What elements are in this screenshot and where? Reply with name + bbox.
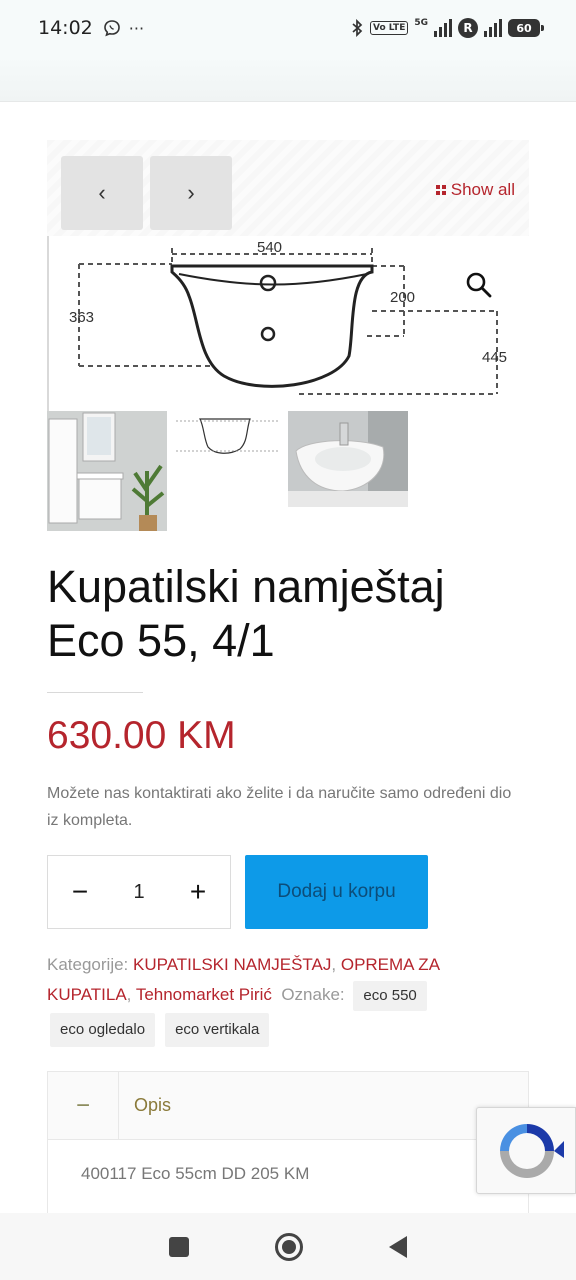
thumbnail-dimension-drawing[interactable] [170,411,285,459]
quantity-decrease-button[interactable]: − [68,878,92,906]
battery-icon: 60 [508,19,544,37]
zoom-icon[interactable] [464,270,494,300]
product-title-line2: Eco 55, 4/1 [47,615,275,666]
tags-label: Oznake: [281,985,345,1004]
add-to-cart-button[interactable]: Dodaj u korpu [245,855,428,929]
accordion-title: Opis [134,1095,172,1115]
tag-link-eco-550[interactable]: eco 550 [353,980,427,1011]
tag-link-eco-vertikala[interactable]: eco vertikala [165,1013,270,1047]
home-icon[interactable] [275,1232,303,1261]
product-note: Možete nas kontaktirati ako želite i da … [47,785,512,829]
collapse-icon[interactable]: − [48,1072,119,1139]
cabinet-set-image [47,411,167,531]
product-title-line1: Kupatilski namještaj [47,561,445,612]
tag-link-eco-ogledalo[interactable]: eco ogledalo [50,1013,156,1047]
signal-icon-2 [484,19,502,37]
signal-icon [434,19,452,37]
sink-photo-image [288,411,408,507]
site-header [0,56,576,102]
recent-apps-icon[interactable] [169,1236,189,1257]
sink-dimension-drawing: 540 363 200 445 [69,239,507,395]
product-meta: Kategorije: KUPATILSKI NAMJEŠTAJ, OPREMA… [47,950,517,1011]
product-title: Kupatilski namještaj Eco 55, 4/1 [47,560,547,668]
category-link-tehnomarket[interactable]: Tehnomarket Pirić [136,985,272,1004]
status-bar: 14:02 ··· Vo LTE 5G R 60 [0,0,576,56]
product-main-image[interactable]: 540 363 200 445 [47,236,529,411]
bluetooth-icon [352,19,363,37]
gallery-prev-button[interactable]: ‹ [61,156,143,230]
network-type: 5G [414,18,428,28]
show-all-link[interactable]: Show all [435,180,515,200]
show-all-label: Show all [450,180,515,199]
quantity-stepper: − 1 + [47,855,231,929]
system-navigation-bar [0,1213,576,1280]
gallery-next-button[interactable]: › [150,156,232,230]
status-time: 14:02 [38,17,93,39]
thumbnail-sink-photo[interactable] [288,411,408,507]
grid-icon [435,185,446,195]
product-price: 630.00 KM [47,714,236,757]
mini-drawing-image [176,418,278,454]
accordion-body: 400117 Eco 55cm DD 205 KM [81,1164,310,1183]
quantity-increase-button[interactable]: + [186,878,210,906]
viber-icon [103,20,120,37]
volte-icon: Vo LTE [370,21,409,35]
tags-row: eco ogledalo eco vertikala [50,1013,270,1047]
dimension-height-right: 445 [482,349,507,366]
title-divider [47,692,143,693]
back-icon[interactable] [389,1235,407,1258]
roaming-icon: R [458,18,478,38]
category-link-kupatilski-namjestaj[interactable]: KUPATILSKI NAMJEŠTAJ [133,955,331,974]
recaptcha-badge[interactable] [476,1107,576,1194]
gallery-toolbar: ‹ › Show all [47,140,529,236]
quantity-input[interactable]: 1 [133,881,144,904]
categories-label: Kategorije: [47,955,129,974]
recaptcha-icon [500,1124,564,1178]
dimension-width: 540 [257,239,282,256]
dimension-height-left: 363 [69,309,94,326]
description-accordion: − Opis 400117 Eco 55cm DD 205 KM [47,1071,529,1216]
accordion-header[interactable]: − Opis [48,1072,528,1140]
more-notifications-icon: ··· [128,18,145,38]
thumbnail-cabinet-set[interactable] [47,411,167,531]
dimension-depth: 200 [390,289,415,306]
